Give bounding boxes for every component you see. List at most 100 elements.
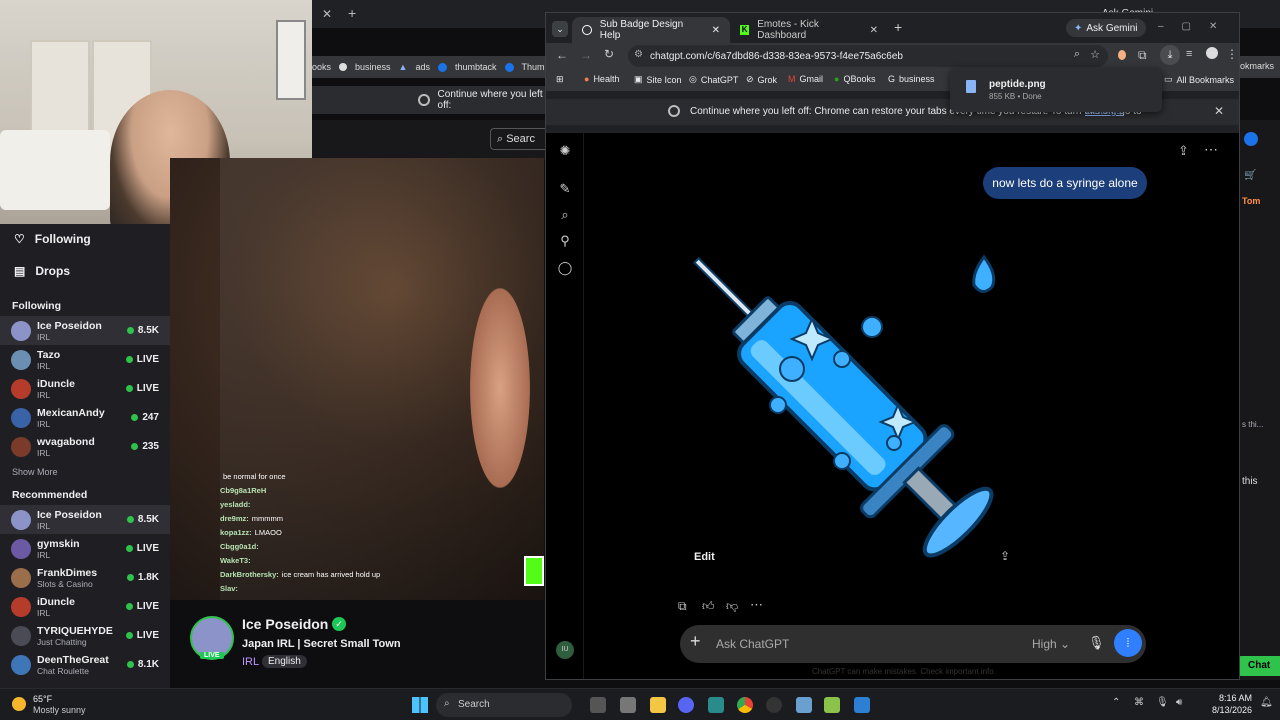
nav-drops[interactable]: ▤ Drops xyxy=(0,256,170,286)
sidebar-channel[interactable]: MexicanAndy IRL 247 xyxy=(0,403,170,432)
bg-bookmark[interactable]: thumbtack xyxy=(455,62,497,72)
chat-bubble-icon[interactable]: ◯ xyxy=(557,260,573,276)
sidebar-channel[interactable]: Ice Poseidon IRL 8.5K xyxy=(0,505,170,534)
ask-gemini-button[interactable]: ✦ Ask Gemini xyxy=(1066,19,1146,37)
notifications-icon[interactable]: 🔔︎ xyxy=(1260,697,1273,708)
nav-following[interactable]: ♡ Following xyxy=(0,224,170,254)
pin-icon[interactable]: ⚲ xyxy=(557,233,573,249)
tab-search-icon[interactable]: ⌄ xyxy=(552,21,568,37)
voice-mode-icon[interactable]: ⦙ xyxy=(1114,629,1142,657)
sidebar-channel[interactable]: gymskin IRL LIVE xyxy=(0,534,170,563)
stack-icon[interactable] xyxy=(824,697,840,713)
edit-image-button[interactable]: Edit xyxy=(694,551,715,563)
tray-chevron-icon[interactable]: ⌃ xyxy=(1112,697,1120,708)
stream-tag[interactable]: English xyxy=(262,655,307,668)
thumbs-up-icon[interactable]: 👍︎ xyxy=(702,599,715,614)
obs-icon[interactable] xyxy=(766,697,782,713)
network-icon[interactable]: ⌘ xyxy=(1134,697,1144,708)
back-icon[interactable]: ← xyxy=(556,48,568,62)
openai-logo-icon[interactable]: ✺ xyxy=(557,143,573,159)
chat-input[interactable]: Ask ChatGPT xyxy=(716,637,789,651)
profile-icon[interactable] xyxy=(1244,132,1258,146)
generated-syringe-image[interactable] xyxy=(692,229,1022,579)
window-controls[interactable]: –▢✕ xyxy=(1158,21,1235,32)
bookmark-chatgpt[interactable]: ◎ ChatGPT xyxy=(689,74,738,85)
download-popup[interactable]: peptide.png 855 KB • Done xyxy=(950,68,1162,112)
extensions-icon[interactable]: ⧉ xyxy=(1138,48,1147,63)
sidebar-channel[interactable]: FrankDimes Slots & Casino 1.8K xyxy=(0,563,170,592)
bg-all-bookmarks[interactable]: okmarks xyxy=(1240,61,1274,71)
file-explorer-icon[interactable] xyxy=(650,697,666,713)
bg-bookmark[interactable]: ooks xyxy=(312,62,331,72)
media-icon[interactable]: ≡ xyxy=(1186,48,1192,60)
bookmark-qbooks[interactable]: ● QBooks xyxy=(834,74,875,84)
channel-name[interactable]: Ice Poseidon xyxy=(242,616,328,632)
new-tab-icon[interactable]: + xyxy=(348,5,356,21)
discord-icon[interactable] xyxy=(678,697,694,713)
bookmark-business[interactable]: Gbusiness xyxy=(888,74,935,84)
chat-button[interactable]: Chat xyxy=(1238,656,1280,676)
all-bookmarks[interactable]: ▭ All Bookmarks xyxy=(1164,74,1234,85)
start-icon[interactable] xyxy=(412,697,428,713)
cart-icon[interactable]: 🛒 xyxy=(1244,170,1256,181)
bg-bookmark[interactable]: business xyxy=(355,62,391,72)
sidebar-channel[interactable]: iDuncle IRL LIVE xyxy=(0,374,170,403)
weather-icon[interactable] xyxy=(12,697,26,711)
close-tab-icon[interactable]: ✕ xyxy=(712,25,720,36)
app-icon[interactable] xyxy=(708,697,724,713)
stream-category[interactable]: IRL xyxy=(242,656,259,668)
chrome-window: ⌄ Sub Badge Design Help ✕ K Emotes - Kic… xyxy=(545,12,1240,680)
twitch-search-input[interactable]: ⌕ Searc xyxy=(490,128,550,150)
tab-chatgpt[interactable]: Sub Badge Design Help ✕ xyxy=(572,17,730,43)
share-image-icon[interactable]: ⇪ xyxy=(1000,549,1010,563)
forward-icon[interactable]: → xyxy=(580,48,592,62)
share-icon[interactable]: ⇪ xyxy=(1178,143,1189,159)
notepad-icon[interactable] xyxy=(620,697,636,713)
downloads-icon[interactable]: ⤓ xyxy=(1160,45,1180,65)
extension-icon[interactable] xyxy=(1118,50,1126,60)
sidebar-channel[interactable]: DeenTheGreat Chat Roulette 8.1K xyxy=(0,650,170,679)
close-infobar-icon[interactable]: ✕ xyxy=(1214,104,1224,118)
download-filename[interactable]: peptide.png xyxy=(989,79,1046,90)
more-actions-icon[interactable]: ⋯ xyxy=(750,597,763,613)
more-options-icon[interactable]: ⋯ xyxy=(1204,141,1218,158)
profile-avatar[interactable] xyxy=(1206,47,1218,59)
close-tab-icon[interactable]: ✕ xyxy=(870,25,878,36)
sidebar-channel[interactable]: Tazo IRL LIVE xyxy=(0,345,170,374)
close-tab-icon[interactable]: ✕ xyxy=(322,7,332,21)
new-tab-icon[interactable]: + xyxy=(894,19,902,35)
bookmark-site-icon[interactable]: ▣ Site Icon xyxy=(634,74,682,85)
reload-icon[interactable]: ↻ xyxy=(604,47,614,61)
user-avatar[interactable]: IU xyxy=(556,641,574,659)
document-icon[interactable] xyxy=(796,697,812,713)
bookmark-health[interactable]: ● Health xyxy=(584,74,619,84)
chrome-taskbar-icon[interactable] xyxy=(737,697,753,713)
copy-icon[interactable]: ⧉ xyxy=(678,599,687,614)
sidebar-channel[interactable]: iDuncle IRL LIVE xyxy=(0,592,170,621)
app-icon[interactable] xyxy=(854,697,870,713)
sidebar-channel[interactable]: wvagabond IRL 235 xyxy=(0,432,170,461)
bg-bookmark[interactable]: ads xyxy=(415,62,430,72)
taskbar-search[interactable]: ⌕ Search xyxy=(436,693,572,717)
site-info-icon[interactable]: ⚙ xyxy=(634,49,643,60)
address-bar[interactable]: ⚙ chatgpt.com/c/6a7dbd86-d338-83ea-9573-… xyxy=(628,45,1108,67)
bookmark-gmail[interactable]: M Gmail xyxy=(788,74,823,84)
sidebar-channel[interactable]: TYRIQUEHYDE Just Chatting LIVE xyxy=(0,621,170,650)
search-icon[interactable]: ⌕ xyxy=(557,207,573,223)
new-chat-icon[interactable]: ✎ xyxy=(557,181,573,197)
show-more-link[interactable]: Show More xyxy=(0,461,170,485)
volume-icon[interactable]: 🔊︎ xyxy=(1176,697,1182,708)
mic-icon[interactable]: 🎙︎ xyxy=(1088,635,1105,651)
thumbs-down-icon[interactable]: 👎︎ xyxy=(726,599,738,614)
bookmark-star-icon[interactable]: ☆ xyxy=(1090,48,1100,61)
apps-icon[interactable]: ⊞ xyxy=(556,74,564,85)
task-view-icon[interactable] xyxy=(590,697,606,713)
attach-plus-icon[interactable]: + xyxy=(690,631,701,652)
reasoning-mode-select[interactable]: High ⌄ xyxy=(1032,637,1070,651)
bookmark-grok[interactable]: ⊘ Grok xyxy=(746,74,777,85)
tab-kick[interactable]: K Emotes - Kick Dashboard ✕ xyxy=(730,17,888,43)
mic-tray-icon[interactable]: 🎙︎ xyxy=(1156,697,1169,708)
menu-icon[interactable]: ⋮ xyxy=(1226,47,1238,61)
zoom-icon[interactable]: ⌕ xyxy=(1074,48,1080,61)
sidebar-channel[interactable]: Ice Poseidon IRL 8.5K xyxy=(0,316,170,345)
